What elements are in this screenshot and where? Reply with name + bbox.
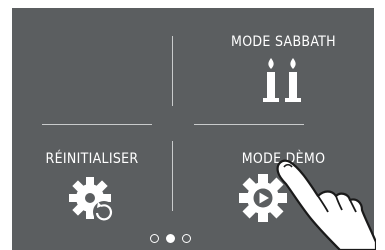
page-indicator	[150, 234, 210, 248]
page-dot-1[interactable]	[150, 234, 159, 243]
divider-horizontal-left	[42, 124, 152, 125]
gear-reset-icon	[69, 177, 115, 223]
reset-button[interactable]: RÉINITIALISER	[12, 133, 172, 250]
page-dot-2-active[interactable]	[166, 234, 175, 243]
sabbath-mode-button[interactable]: MODE SABBATH	[193, 8, 374, 121]
divider-vertical-bottom	[172, 141, 173, 211]
divider-vertical-top	[172, 36, 173, 106]
page-dot-3[interactable]	[182, 234, 191, 243]
candles-icon	[263, 58, 301, 102]
divider-horizontal-right	[194, 124, 304, 125]
pointing-hand-icon	[276, 159, 376, 250]
sabbath-mode-label: MODE SABBATH	[231, 34, 336, 50]
reset-label: RÉINITIALISER	[45, 151, 139, 167]
